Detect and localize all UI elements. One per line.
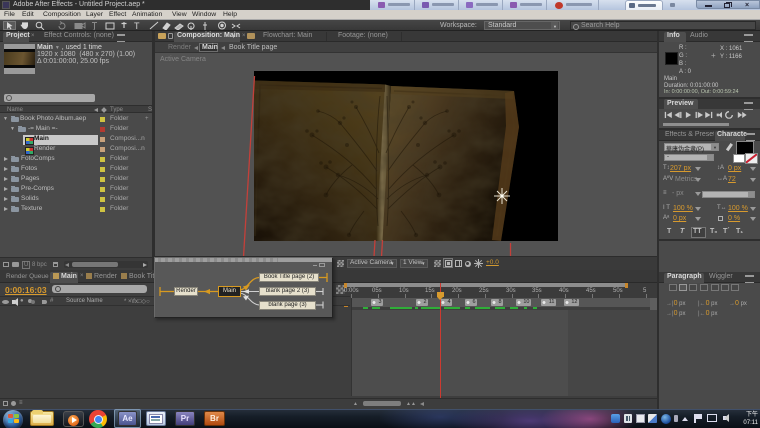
svg-text:T: T [134, 21, 140, 31]
